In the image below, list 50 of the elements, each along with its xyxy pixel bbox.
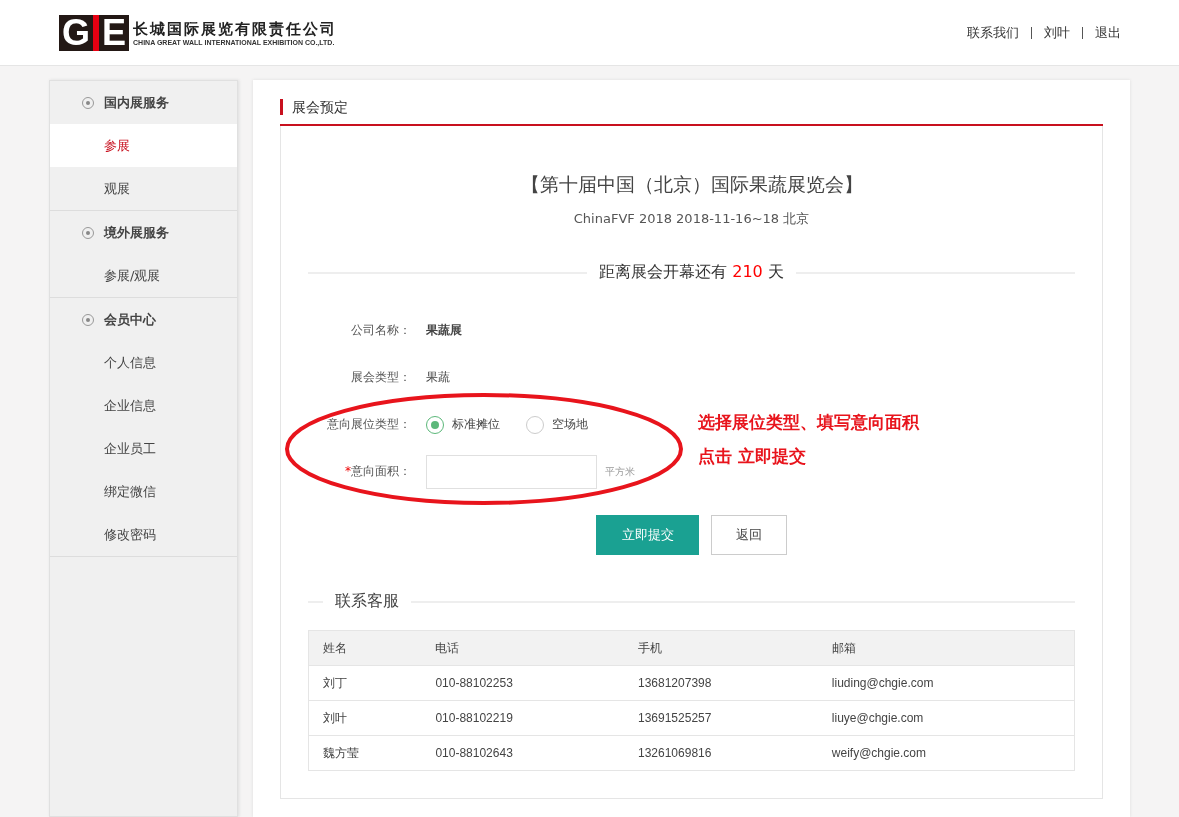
sidebar-item[interactable]: 参展: [50, 124, 237, 167]
header-link[interactable]: 退出: [1095, 23, 1121, 42]
header-link[interactable]: 联系我们: [967, 23, 1019, 42]
sidebar-item[interactable]: 参展/观展: [50, 254, 237, 297]
column-header: 手机: [624, 630, 818, 666]
exhibition-title: 【第十届中国（北京）国际果蔬展览会】: [520, 172, 863, 197]
sidebar-group-title: 会员中心: [104, 310, 156, 329]
table-cell: 13691525257: [624, 700, 818, 736]
section-title: 联系客服: [335, 591, 399, 612]
field-value: 果蔬: [426, 369, 450, 386]
panel-title: 展会预定: [280, 99, 348, 115]
column-header: 邮箱: [817, 630, 1075, 666]
sidebar-item[interactable]: 企业信息: [50, 384, 237, 427]
table-cell: 刘丁: [308, 665, 422, 701]
field-label: 公司名称：: [350, 322, 411, 339]
logo-mark: G E: [59, 14, 130, 51]
sidebar-group-title: 国内展服务: [104, 93, 169, 112]
table-cell: 010-88102253: [421, 665, 624, 701]
field-label: 意向展位类型：: [326, 416, 411, 433]
company-name: 长城国际展览有限责任公司: [133, 19, 338, 39]
field-label: 展会类型：: [350, 369, 411, 386]
field-value: 果蔬展: [426, 322, 462, 339]
field-label: *意向面积：: [344, 463, 411, 480]
sidebar-group-title: 境外展服务: [104, 223, 169, 242]
annotation-text: 选择展位类型、填写意向面积: [698, 411, 919, 434]
table-cell: liuye@chgie.com: [817, 700, 1075, 736]
table-cell: 010-88102219: [421, 700, 624, 736]
area-input-field[interactable]: [426, 454, 597, 489]
unit-label: 平方米: [605, 464, 635, 479]
table-cell: 13261069816: [624, 735, 818, 771]
annotation-text: 点击 立即提交: [698, 445, 807, 468]
exhibition-subtitle: ChinaFVF 2018 2018-11-16~18 北京: [573, 210, 810, 228]
radio-option[interactable]: 空场地: [526, 415, 588, 434]
table-cell: 010-88102643: [421, 735, 624, 771]
table-cell: 13681207398: [624, 665, 818, 701]
column-header: 电话: [421, 630, 624, 666]
countdown-text: 距离展会开幕还有 210 天: [599, 262, 784, 283]
back-button[interactable]: 返回: [711, 515, 787, 555]
sidebar-item[interactable]: 企业员工: [50, 427, 237, 470]
table-cell: liuding@chgie.com: [817, 665, 1075, 701]
header-link[interactable]: 刘叶: [1044, 23, 1070, 42]
sidebar-item[interactable]: 观展: [50, 167, 237, 210]
table-cell: 魏方莹: [308, 735, 422, 771]
table-cell: weify@chgie.com: [817, 735, 1075, 771]
column-header: 姓名: [308, 630, 422, 666]
sidebar-item[interactable]: 修改密码: [50, 513, 237, 556]
table-cell: 刘叶: [308, 700, 422, 736]
radio-option[interactable]: 标准摊位: [426, 415, 500, 434]
sidebar-item[interactable]: 绑定微信: [50, 470, 237, 513]
sidebar-item[interactable]: 个人信息: [50, 341, 237, 384]
